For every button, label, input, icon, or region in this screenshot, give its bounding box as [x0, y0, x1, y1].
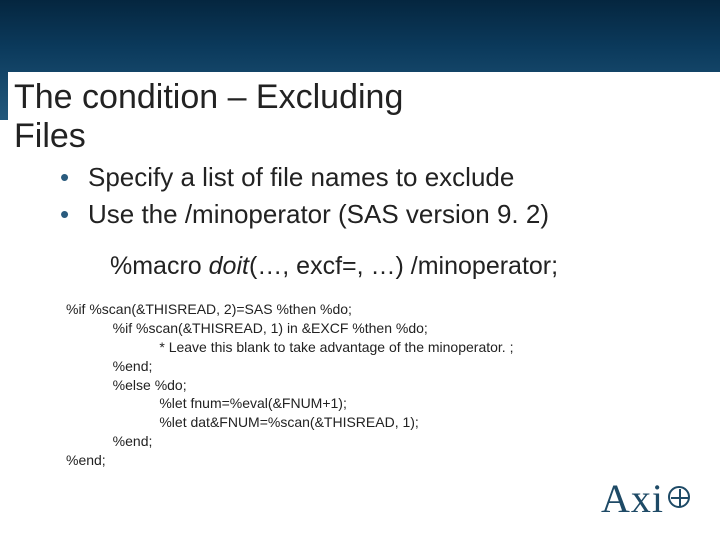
macro-name: doit	[209, 252, 249, 280]
macro-declaration: %macro doit(…, excf=, …) /minoperator;	[110, 252, 558, 281]
bullet-item: Specify a list of file names to exclude	[60, 160, 660, 195]
slide: The condition – Excluding Files Specify …	[0, 0, 720, 540]
slide-title: The condition – Excluding Files	[8, 72, 720, 162]
macro-args: (…, excf=, …) /minoperator;	[249, 252, 558, 280]
code-block: %if %scan(&THISREAD, 2)=SAS %then %do; %…	[66, 300, 666, 470]
logo-crosshair-icon	[668, 486, 690, 508]
bullet-item: Use the /minoperator (SAS version 9. 2)	[60, 197, 660, 232]
logo-text-part1: Axi	[601, 475, 664, 522]
macro-prefix: %macro	[110, 252, 209, 280]
bullet-list: Specify a list of file names to exclude …	[60, 160, 660, 234]
axio-logo: Axi	[601, 475, 692, 522]
